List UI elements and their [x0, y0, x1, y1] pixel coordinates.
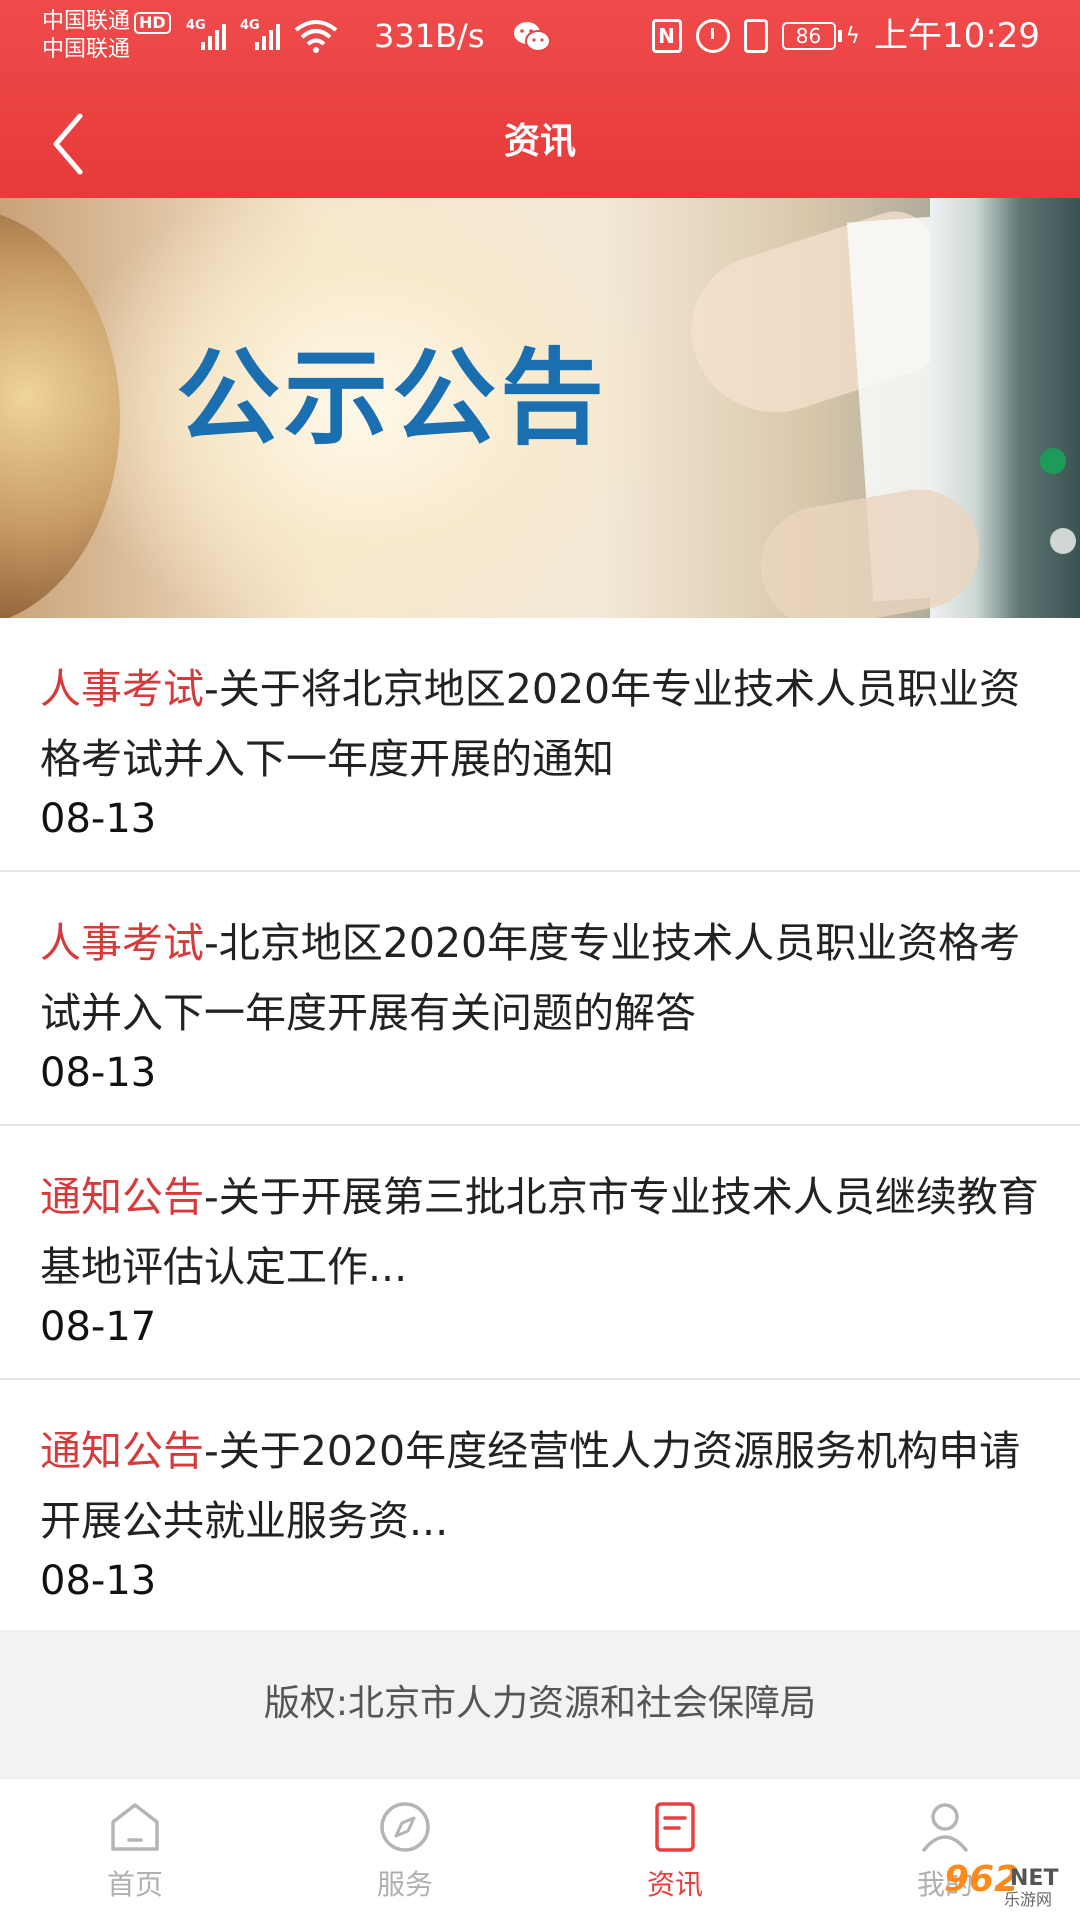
pushpin-icon: [1050, 528, 1076, 554]
news-date: 08-17: [40, 1304, 157, 1350]
news-item[interactable]: 人事考试-北京地区2020年度专业技术人员职业资格考试并入下一年度开展有关问题的…: [0, 872, 1080, 1126]
battery-icon: 86 ϟ: [781, 22, 861, 50]
carrier-info: 中国联通 HD 中国联通: [42, 8, 171, 64]
page-title: 资讯: [503, 121, 576, 162]
app-header: 中国联通 HD 中国联通 4G 4G 331B/s N 86 ϟ 上午10:29…: [0, 0, 1080, 198]
user-icon: [915, 1797, 975, 1857]
news-title: 通知公告-关于2020年度经营性人力资源服务机构申请开展公共就业服务资...: [40, 1416, 1040, 1556]
news-category: 通知公告: [40, 1427, 204, 1475]
news-date: 08-13: [40, 1050, 157, 1096]
banner-image: 公示公告: [0, 198, 1080, 618]
alarm-icon: [695, 19, 730, 53]
cell-signal-icon: 4G: [186, 18, 226, 54]
signal-indicators: 4G 4G: [186, 14, 338, 54]
wifi-icon: [294, 20, 338, 53]
tab-label: 首页: [106, 1868, 163, 1901]
wechat-icon: [514, 22, 551, 52]
news-item[interactable]: 通知公告-关于开展第三批北京市专业技术人员继续教育基地评估认定工作... 08-…: [0, 1126, 1080, 1380]
charging-icon: ϟ: [845, 23, 861, 49]
cell-signal-icon: 4G: [240, 18, 280, 54]
banner-hand-decoration: [751, 479, 989, 618]
news-title: 通知公告-关于开展第三批北京市专业技术人员继续教育基地评估认定工作...: [40, 1162, 1040, 1302]
bottom-tab-bar: 首页 服务 资讯 我的: [0, 1778, 1080, 1920]
tab-label: 服务: [376, 1868, 433, 1901]
net-speed: 331B/s: [374, 17, 485, 55]
news-date: 08-13: [40, 796, 157, 842]
carrier-2: 中国联通: [42, 37, 131, 62]
battery-level: 86: [781, 22, 836, 50]
news-item[interactable]: 人事考试-关于将北京地区2020年专业技术人员职业资格考试并入下一年度开展的通知…: [0, 618, 1080, 872]
tab-label: 资讯: [646, 1868, 703, 1901]
tab-home[interactable]: 首页: [0, 1779, 270, 1920]
vibrate-icon: [743, 19, 768, 53]
copyright-footer: 版权:北京市人力资源和社会保障局: [0, 1630, 1080, 1778]
status-bar: 中国联通 HD 中国联通 4G 4G 331B/s N 86 ϟ 上午10:29: [0, 0, 1080, 80]
document-icon: [645, 1797, 705, 1857]
banner-globe-decoration: [0, 208, 120, 618]
news-title: 人事考试-关于将北京地区2020年专业技术人员职业资格考试并入下一年度开展的通知: [40, 654, 1040, 794]
news-list: 人事考试-关于将北京地区2020年专业技术人员职业资格考试并入下一年度开展的通知…: [0, 618, 1080, 1634]
nav-bar: 资讯: [0, 90, 1080, 198]
news-date: 08-13: [40, 1558, 157, 1604]
nfc-icon: N: [651, 19, 682, 53]
site-watermark-logo: 962 NET 乐游网: [930, 1860, 1070, 1914]
tab-news[interactable]: 资讯: [540, 1779, 810, 1920]
news-category: 通知公告: [40, 1173, 204, 1221]
carrier-1: 中国联通: [42, 9, 131, 34]
news-category: 人事考试: [40, 919, 204, 967]
tab-services[interactable]: 服务: [270, 1779, 540, 1920]
home-icon: [105, 1797, 165, 1857]
news-title: 人事考试-北京地区2020年度专业技术人员职业资格考试并入下一年度开展有关问题的…: [40, 908, 1040, 1048]
clock: 上午10:29: [874, 16, 1040, 56]
banner-title: 公示公告: [176, 337, 609, 459]
compass-icon: [375, 1797, 435, 1857]
hd-badge: HD: [134, 12, 171, 34]
status-icons: N 86 ϟ 上午10:29: [651, 14, 1040, 58]
watermark-net: NET: [1010, 1866, 1059, 1891]
news-category: 人事考试: [40, 665, 204, 713]
watermark-sub: 乐游网: [1004, 1890, 1053, 1909]
pushpin-icon: [1040, 448, 1066, 474]
news-item[interactable]: 通知公告-关于2020年度经营性人力资源服务机构申请开展公共就业服务资... 0…: [0, 1380, 1080, 1634]
